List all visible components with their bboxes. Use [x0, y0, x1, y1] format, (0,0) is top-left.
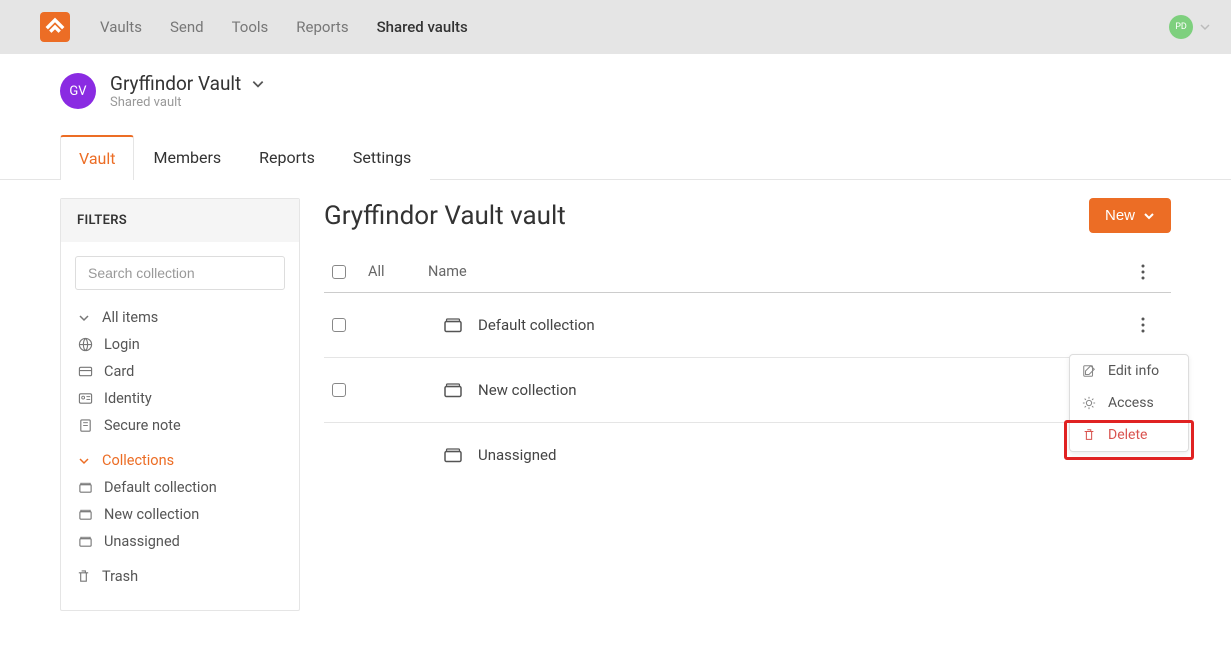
nav-tools[interactable]: Tools [232, 18, 269, 36]
vault-header: GV Gryffindor Vault Shared vault [0, 54, 1231, 110]
col-all-label: All [368, 263, 428, 280]
row-checkbox[interactable] [332, 383, 346, 397]
row-name[interactable]: New collection [478, 381, 1123, 399]
filter-label: Default collection [104, 479, 217, 496]
chevron-down-icon [1143, 210, 1155, 222]
row-name[interactable]: Unassigned [478, 446, 1123, 464]
ctx-edit-info[interactable]: Edit info [1070, 355, 1188, 387]
row-checkbox[interactable] [332, 318, 346, 332]
tabs: Vault Members Reports Settings [0, 134, 1231, 179]
vault-avatar: GV [60, 73, 96, 109]
filter-all-items[interactable]: All items [75, 304, 285, 331]
new-button-label: New [1105, 207, 1135, 224]
tab-members[interactable]: Members [134, 135, 240, 180]
folder-icon [77, 533, 94, 550]
nav-send[interactable]: Send [170, 18, 204, 36]
note-icon [77, 417, 94, 434]
search-collection-input[interactable] [75, 256, 285, 290]
folder-icon [428, 380, 478, 400]
filter-trash[interactable]: Trash [75, 563, 285, 590]
filter-card[interactable]: Card [77, 358, 285, 385]
filter-label: All items [102, 309, 158, 326]
folder-icon [428, 315, 478, 335]
table-header: All Name [324, 251, 1171, 293]
tab-vault[interactable]: Vault [60, 135, 134, 180]
table-row: New collection [324, 358, 1171, 423]
dots-vertical-icon [1141, 317, 1145, 333]
select-all-checkbox[interactable] [332, 265, 346, 279]
chevron-down-icon[interactable] [251, 77, 265, 91]
filter-login[interactable]: Login [77, 331, 285, 358]
filter-label: Secure note [104, 417, 181, 434]
filter-collections[interactable]: Collections [75, 447, 285, 474]
top-nav: Vaults Send Tools Reports Shared vaults [100, 18, 468, 36]
filters-header: FILTERS [61, 199, 299, 242]
filter-label: New collection [104, 506, 199, 523]
main-panel: Gryffindor Vault vault New All Name Defa… [324, 198, 1171, 611]
ctx-label: Access [1108, 395, 1154, 411]
trash-icon [1082, 427, 1098, 443]
page-title: Gryffindor Vault vault [324, 201, 566, 231]
collection-default[interactable]: Default collection [77, 474, 285, 501]
collection-unassigned[interactable]: Unassigned [77, 528, 285, 555]
filter-label: Unassigned [104, 533, 180, 550]
nav-shared-vaults[interactable]: Shared vaults [377, 18, 468, 36]
nav-reports[interactable]: Reports [296, 18, 348, 36]
edit-icon [1082, 363, 1098, 379]
tab-reports[interactable]: Reports [240, 135, 334, 180]
header-menu-button[interactable] [1123, 264, 1163, 280]
filter-label: Trash [102, 568, 138, 585]
ctx-access[interactable]: Access [1070, 387, 1188, 419]
globe-icon [77, 336, 94, 353]
trash-icon [75, 568, 92, 585]
tabs-container: Vault Members Reports Settings [0, 134, 1231, 180]
folder-icon [77, 479, 94, 496]
row-name[interactable]: Default collection [478, 316, 1123, 334]
filter-label: Card [104, 363, 134, 380]
filters-sidebar: FILTERS All items Login Card Identi [60, 198, 300, 611]
logo-icon [45, 17, 65, 37]
top-bar: Vaults Send Tools Reports Shared vaults … [0, 0, 1231, 54]
gear-icon [1082, 395, 1098, 411]
col-name-label: Name [428, 263, 1123, 280]
tab-settings[interactable]: Settings [334, 135, 430, 180]
filter-label: Login [104, 336, 140, 353]
ctx-label: Edit info [1108, 363, 1159, 379]
nav-vaults[interactable]: Vaults [100, 18, 142, 36]
row-menu-button[interactable] [1123, 317, 1163, 333]
vault-subtitle: Shared vault [110, 95, 265, 110]
folder-icon [428, 445, 478, 465]
filter-label: Collections [102, 452, 174, 469]
id-icon [77, 390, 94, 407]
top-right: PD [1169, 15, 1211, 39]
app-logo[interactable] [40, 12, 70, 42]
collection-new[interactable]: New collection [77, 501, 285, 528]
content-area: FILTERS All items Login Card Identi [0, 180, 1231, 651]
card-icon [77, 363, 94, 380]
chevron-down-icon[interactable] [1199, 21, 1211, 33]
chevron-down-icon [75, 452, 92, 469]
ctx-delete[interactable]: Delete [1070, 419, 1188, 451]
dots-vertical-icon [1141, 264, 1145, 280]
table-row: Default collection [324, 293, 1171, 358]
filter-secure-note[interactable]: Secure note [77, 412, 285, 439]
filter-identity[interactable]: Identity [77, 385, 285, 412]
user-avatar[interactable]: PD [1169, 15, 1193, 39]
table-row: Unassigned [324, 423, 1171, 487]
folder-icon [77, 506, 94, 523]
context-menu: Edit info Access Delete [1069, 354, 1189, 452]
filter-label: Identity [104, 390, 152, 407]
chevron-down-icon [75, 309, 92, 326]
new-button[interactable]: New [1089, 198, 1171, 233]
ctx-label: Delete [1108, 427, 1147, 443]
vault-title: Gryffindor Vault [110, 72, 241, 95]
